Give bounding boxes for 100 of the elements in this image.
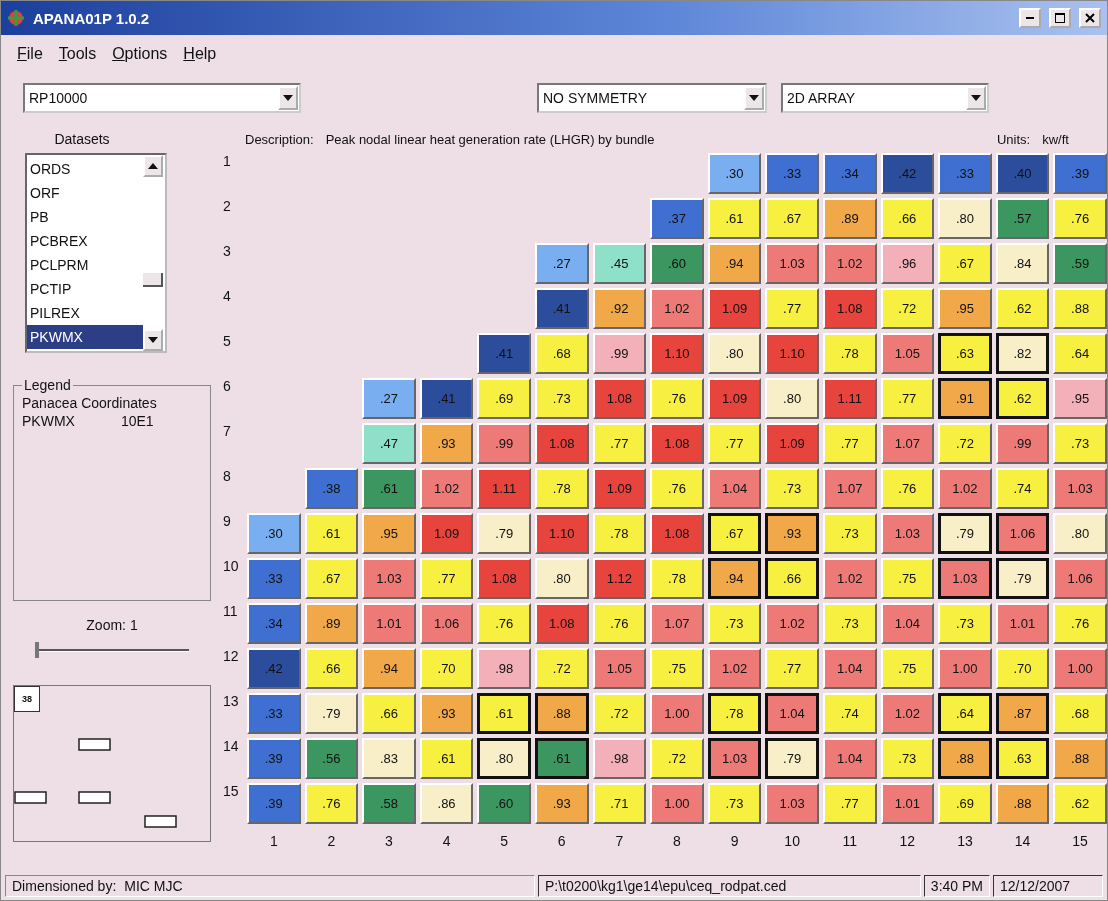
grid-cell[interactable]: .34 (247, 603, 301, 644)
grid-cell[interactable]: .78 (822, 333, 877, 374)
grid-cell[interactable]: .84 (995, 243, 1050, 284)
grid-cell[interactable]: .99 (477, 423, 531, 464)
grid-cell[interactable]: 1.08 (650, 513, 704, 554)
grid-cell[interactable]: .93 (534, 783, 589, 824)
grid-cell[interactable]: 1.08 (592, 378, 647, 419)
grid-cell[interactable]: 1.03 (1053, 468, 1107, 509)
grid-cell[interactable]: .76 (304, 783, 359, 824)
grid-cell[interactable]: .80 (477, 738, 531, 779)
slider-thumb[interactable] (35, 642, 39, 658)
grid-cell[interactable]: .37 (650, 198, 704, 239)
grid-cell[interactable]: .94 (707, 243, 762, 284)
grid-cell[interactable]: .93 (765, 513, 819, 554)
grid-cell[interactable]: .80 (707, 333, 762, 374)
grid-cell[interactable]: .72 (938, 423, 992, 464)
grid-cell[interactable]: 1.09 (592, 468, 647, 509)
grid-cell[interactable]: 1.10 (765, 333, 819, 374)
grid-cell[interactable]: .89 (822, 198, 877, 239)
grid-cell[interactable]: 1.10 (534, 513, 589, 554)
grid-cell[interactable]: 1.09 (765, 423, 819, 464)
grid-cell[interactable]: 1.00 (650, 783, 704, 824)
grid-cell[interactable]: .73 (880, 738, 935, 779)
grid-cell[interactable]: 1.02 (765, 603, 819, 644)
grid-cell[interactable]: 1.07 (880, 423, 935, 464)
grid-cell[interactable]: .63 (995, 738, 1050, 779)
grid-cell[interactable]: 1.04 (707, 468, 762, 509)
grid-cell[interactable]: .58 (362, 783, 416, 824)
grid-cell[interactable]: .62 (995, 288, 1050, 329)
grid-cell[interactable]: .64 (1053, 333, 1107, 374)
grid-cell[interactable]: .30 (247, 513, 301, 554)
grid-cell[interactable]: .80 (1053, 513, 1107, 554)
grid-cell[interactable]: 1.03 (765, 243, 819, 284)
grid-cell[interactable]: .61 (707, 198, 762, 239)
scroll-down-button[interactable] (143, 329, 163, 351)
grid-cell[interactable]: .73 (938, 603, 992, 644)
grid-cell[interactable]: 1.03 (765, 783, 819, 824)
grid-cell[interactable]: 1.09 (419, 513, 474, 554)
grid-cell[interactable]: .27 (534, 243, 589, 284)
grid-cell[interactable]: .73 (822, 603, 877, 644)
grid-cell[interactable]: .33 (765, 153, 819, 194)
grid-cell[interactable]: .72 (650, 738, 704, 779)
grid-cell[interactable]: .99 (995, 423, 1050, 464)
grid-cell[interactable]: 1.09 (707, 378, 762, 419)
grid-cell[interactable]: .88 (938, 738, 992, 779)
dropdown[interactable]: RP10000 (23, 83, 301, 113)
grid-cell[interactable]: .74 (822, 693, 877, 734)
list-item[interactable]: PKWMX (27, 325, 143, 349)
grid-cell[interactable]: .70 (995, 648, 1050, 689)
grid-cell[interactable]: .93 (419, 693, 474, 734)
grid-cell[interactable]: .78 (707, 693, 762, 734)
grid-cell[interactable]: .63 (938, 333, 992, 374)
maximize-button[interactable] (1049, 8, 1071, 28)
grid-cell[interactable]: .71 (592, 783, 647, 824)
grid-cell[interactable]: 1.06 (419, 603, 474, 644)
grid-cell[interactable]: .83 (362, 738, 416, 779)
grid-cell[interactable]: 1.01 (995, 603, 1050, 644)
grid-cell[interactable]: 1.08 (822, 288, 877, 329)
dropdown[interactable]: NO SYMMETRY (537, 83, 767, 113)
grid-cell[interactable]: 1.04 (822, 648, 877, 689)
grid-cell[interactable]: .75 (880, 648, 935, 689)
minimize-button[interactable] (1019, 8, 1041, 28)
grid-cell[interactable]: .66 (362, 693, 416, 734)
grid-cell[interactable]: .73 (707, 783, 762, 824)
grid-cell[interactable]: 1.02 (822, 243, 877, 284)
grid-cell[interactable]: 1.02 (822, 558, 877, 599)
grid-cell[interactable]: 1.07 (822, 468, 877, 509)
menu-item[interactable]: Tools (52, 43, 103, 65)
grid-cell[interactable]: .98 (592, 738, 647, 779)
grid-cell[interactable]: .80 (765, 378, 819, 419)
grid-cell[interactable]: .94 (707, 558, 762, 599)
grid-cell[interactable]: .33 (247, 693, 301, 734)
grid-cell[interactable]: .70 (419, 648, 474, 689)
scroll-up-button[interactable] (143, 155, 163, 177)
grid-cell[interactable]: 1.11 (477, 468, 531, 509)
grid-cell[interactable]: 1.08 (534, 603, 589, 644)
grid-cell[interactable]: .80 (534, 558, 589, 599)
grid-cell[interactable]: .88 (1053, 738, 1107, 779)
grid-cell[interactable]: 1.03 (880, 513, 935, 554)
grid-cell[interactable]: .91 (938, 378, 992, 419)
grid-cell[interactable]: 1.01 (362, 603, 416, 644)
grid-cell[interactable]: .89 (304, 603, 359, 644)
grid-cell[interactable]: .33 (938, 153, 992, 194)
grid-cell[interactable]: 1.05 (880, 333, 935, 374)
menu-item[interactable]: Help (177, 43, 223, 65)
grid-cell[interactable]: .79 (304, 693, 359, 734)
grid-cell[interactable]: .69 (477, 378, 531, 419)
grid-cell[interactable]: 1.02 (707, 648, 762, 689)
grid-cell[interactable]: .66 (880, 198, 935, 239)
grid-cell[interactable]: 1.04 (822, 738, 877, 779)
grid-cell[interactable]: .79 (765, 738, 819, 779)
grid-cell[interactable]: .69 (938, 783, 992, 824)
grid-cell[interactable]: .95 (1053, 378, 1107, 419)
grid-cell[interactable]: .39 (247, 783, 301, 824)
list-item[interactable]: PCBREX (27, 229, 143, 253)
grid-cell[interactable]: .62 (1053, 783, 1107, 824)
datasets-list[interactable]: ORDS ORF PB PCBREX PCLPRM PCTIP PILREX PKWMX (25, 153, 167, 353)
grid-cell[interactable]: .61 (419, 738, 474, 779)
grid-cell[interactable]: .45 (592, 243, 647, 284)
list-item[interactable]: PILREX (27, 301, 143, 325)
